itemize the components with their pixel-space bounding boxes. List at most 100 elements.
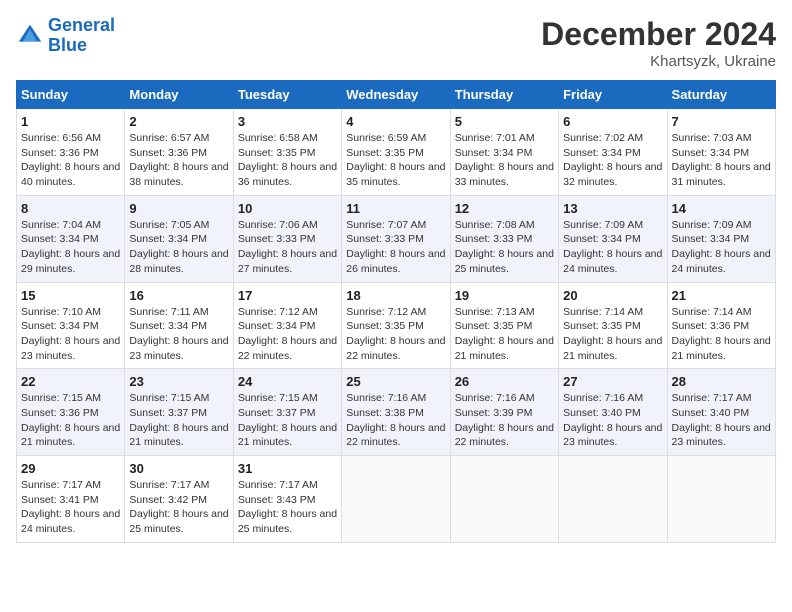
weekday-sunday: Sunday <box>17 81 125 109</box>
day-number: 11 <box>346 201 445 216</box>
day-info: Sunrise: 7:07 AMSunset: 3:33 PMDaylight:… <box>346 218 445 277</box>
calendar-cell: 15 Sunrise: 7:10 AMSunset: 3:34 PMDaylig… <box>17 282 125 369</box>
calendar-table: SundayMondayTuesdayWednesdayThursdayFrid… <box>16 80 776 543</box>
day-number: 22 <box>21 374 120 389</box>
day-number: 13 <box>563 201 662 216</box>
day-info: Sunrise: 7:12 AMSunset: 3:35 PMDaylight:… <box>346 305 445 364</box>
calendar-cell: 6 Sunrise: 7:02 AMSunset: 3:34 PMDayligh… <box>559 109 667 196</box>
calendar-cell: 14 Sunrise: 7:09 AMSunset: 3:34 PMDaylig… <box>667 195 775 282</box>
day-number: 8 <box>21 201 120 216</box>
day-info: Sunrise: 6:56 AMSunset: 3:36 PMDaylight:… <box>21 131 120 190</box>
day-info: Sunrise: 7:09 AMSunset: 3:34 PMDaylight:… <box>563 218 662 277</box>
calendar-cell: 17 Sunrise: 7:12 AMSunset: 3:34 PMDaylig… <box>233 282 341 369</box>
day-info: Sunrise: 7:12 AMSunset: 3:34 PMDaylight:… <box>238 305 337 364</box>
calendar-cell: 18 Sunrise: 7:12 AMSunset: 3:35 PMDaylig… <box>342 282 450 369</box>
day-number: 26 <box>455 374 554 389</box>
day-info: Sunrise: 7:10 AMSunset: 3:34 PMDaylight:… <box>21 305 120 364</box>
logo-icon <box>16 22 44 50</box>
calendar-cell: 24 Sunrise: 7:15 AMSunset: 3:37 PMDaylig… <box>233 369 341 456</box>
day-number: 24 <box>238 374 337 389</box>
day-number: 23 <box>129 374 228 389</box>
calendar-week-1: 1 Sunrise: 6:56 AMSunset: 3:36 PMDayligh… <box>17 109 776 196</box>
calendar-cell: 16 Sunrise: 7:11 AMSunset: 3:34 PMDaylig… <box>125 282 233 369</box>
day-number: 6 <box>563 114 662 129</box>
location-subtitle: Khartsyzk, Ukraine <box>541 53 776 70</box>
day-info: Sunrise: 7:06 AMSunset: 3:33 PMDaylight:… <box>238 218 337 277</box>
calendar-cell: 28 Sunrise: 7:17 AMSunset: 3:40 PMDaylig… <box>667 369 775 456</box>
calendar-cell: 11 Sunrise: 7:07 AMSunset: 3:33 PMDaylig… <box>342 195 450 282</box>
day-info: Sunrise: 7:09 AMSunset: 3:34 PMDaylight:… <box>672 218 771 277</box>
day-info: Sunrise: 7:15 AMSunset: 3:37 PMDaylight:… <box>129 391 228 450</box>
logo-line2: Blue <box>48 35 87 55</box>
weekday-friday: Friday <box>559 81 667 109</box>
day-number: 16 <box>129 288 228 303</box>
calendar-cell: 10 Sunrise: 7:06 AMSunset: 3:33 PMDaylig… <box>233 195 341 282</box>
day-number: 15 <box>21 288 120 303</box>
day-number: 5 <box>455 114 554 129</box>
day-number: 12 <box>455 201 554 216</box>
calendar-week-4: 22 Sunrise: 7:15 AMSunset: 3:36 PMDaylig… <box>17 369 776 456</box>
day-info: Sunrise: 7:04 AMSunset: 3:34 PMDaylight:… <box>21 218 120 277</box>
day-number: 31 <box>238 461 337 476</box>
calendar-cell: 7 Sunrise: 7:03 AMSunset: 3:34 PMDayligh… <box>667 109 775 196</box>
day-info: Sunrise: 7:15 AMSunset: 3:37 PMDaylight:… <box>238 391 337 450</box>
calendar-cell: 3 Sunrise: 6:58 AMSunset: 3:35 PMDayligh… <box>233 109 341 196</box>
calendar-cell: 30 Sunrise: 7:17 AMSunset: 3:42 PMDaylig… <box>125 456 233 543</box>
calendar-week-2: 8 Sunrise: 7:04 AMSunset: 3:34 PMDayligh… <box>17 195 776 282</box>
day-number: 2 <box>129 114 228 129</box>
day-info: Sunrise: 6:59 AMSunset: 3:35 PMDaylight:… <box>346 131 445 190</box>
day-number: 19 <box>455 288 554 303</box>
day-number: 28 <box>672 374 771 389</box>
day-number: 17 <box>238 288 337 303</box>
logo-line1: General <box>48 15 115 35</box>
calendar-cell: 26 Sunrise: 7:16 AMSunset: 3:39 PMDaylig… <box>450 369 558 456</box>
day-info: Sunrise: 6:57 AMSunset: 3:36 PMDaylight:… <box>129 131 228 190</box>
day-number: 30 <box>129 461 228 476</box>
day-info: Sunrise: 7:15 AMSunset: 3:36 PMDaylight:… <box>21 391 120 450</box>
day-info: Sunrise: 7:08 AMSunset: 3:33 PMDaylight:… <box>455 218 554 277</box>
day-number: 18 <box>346 288 445 303</box>
calendar-cell <box>667 456 775 543</box>
day-number: 9 <box>129 201 228 216</box>
calendar-cell <box>342 456 450 543</box>
calendar-cell: 5 Sunrise: 7:01 AMSunset: 3:34 PMDayligh… <box>450 109 558 196</box>
weekday-wednesday: Wednesday <box>342 81 450 109</box>
calendar-week-3: 15 Sunrise: 7:10 AMSunset: 3:34 PMDaylig… <box>17 282 776 369</box>
calendar-cell: 20 Sunrise: 7:14 AMSunset: 3:35 PMDaylig… <box>559 282 667 369</box>
day-number: 21 <box>672 288 771 303</box>
calendar-cell: 9 Sunrise: 7:05 AMSunset: 3:34 PMDayligh… <box>125 195 233 282</box>
calendar-cell: 19 Sunrise: 7:13 AMSunset: 3:35 PMDaylig… <box>450 282 558 369</box>
calendar-cell: 4 Sunrise: 6:59 AMSunset: 3:35 PMDayligh… <box>342 109 450 196</box>
day-info: Sunrise: 7:14 AMSunset: 3:35 PMDaylight:… <box>563 305 662 364</box>
calendar-cell: 13 Sunrise: 7:09 AMSunset: 3:34 PMDaylig… <box>559 195 667 282</box>
calendar-cell: 22 Sunrise: 7:15 AMSunset: 3:36 PMDaylig… <box>17 369 125 456</box>
day-number: 1 <box>21 114 120 129</box>
calendar-cell: 21 Sunrise: 7:14 AMSunset: 3:36 PMDaylig… <box>667 282 775 369</box>
day-number: 10 <box>238 201 337 216</box>
day-info: Sunrise: 7:16 AMSunset: 3:40 PMDaylight:… <box>563 391 662 450</box>
day-info: Sunrise: 7:16 AMSunset: 3:39 PMDaylight:… <box>455 391 554 450</box>
calendar-cell: 8 Sunrise: 7:04 AMSunset: 3:34 PMDayligh… <box>17 195 125 282</box>
calendar-cell: 29 Sunrise: 7:17 AMSunset: 3:41 PMDaylig… <box>17 456 125 543</box>
day-number: 7 <box>672 114 771 129</box>
calendar-cell: 27 Sunrise: 7:16 AMSunset: 3:40 PMDaylig… <box>559 369 667 456</box>
month-title: December 2024 <box>541 16 776 53</box>
day-number: 14 <box>672 201 771 216</box>
calendar-cell: 12 Sunrise: 7:08 AMSunset: 3:33 PMDaylig… <box>450 195 558 282</box>
day-info: Sunrise: 7:14 AMSunset: 3:36 PMDaylight:… <box>672 305 771 364</box>
day-info: Sunrise: 7:13 AMSunset: 3:35 PMDaylight:… <box>455 305 554 364</box>
weekday-thursday: Thursday <box>450 81 558 109</box>
calendar-week-5: 29 Sunrise: 7:17 AMSunset: 3:41 PMDaylig… <box>17 456 776 543</box>
calendar-cell: 25 Sunrise: 7:16 AMSunset: 3:38 PMDaylig… <box>342 369 450 456</box>
weekday-monday: Monday <box>125 81 233 109</box>
day-info: Sunrise: 7:11 AMSunset: 3:34 PMDaylight:… <box>129 305 228 364</box>
weekday-saturday: Saturday <box>667 81 775 109</box>
day-info: Sunrise: 7:01 AMSunset: 3:34 PMDaylight:… <box>455 131 554 190</box>
day-number: 29 <box>21 461 120 476</box>
calendar-cell: 31 Sunrise: 7:17 AMSunset: 3:43 PMDaylig… <box>233 456 341 543</box>
day-info: Sunrise: 7:03 AMSunset: 3:34 PMDaylight:… <box>672 131 771 190</box>
calendar-cell: 1 Sunrise: 6:56 AMSunset: 3:36 PMDayligh… <box>17 109 125 196</box>
weekday-header-row: SundayMondayTuesdayWednesdayThursdayFrid… <box>17 81 776 109</box>
logo: General Blue <box>16 16 115 56</box>
day-info: Sunrise: 7:17 AMSunset: 3:43 PMDaylight:… <box>238 478 337 537</box>
